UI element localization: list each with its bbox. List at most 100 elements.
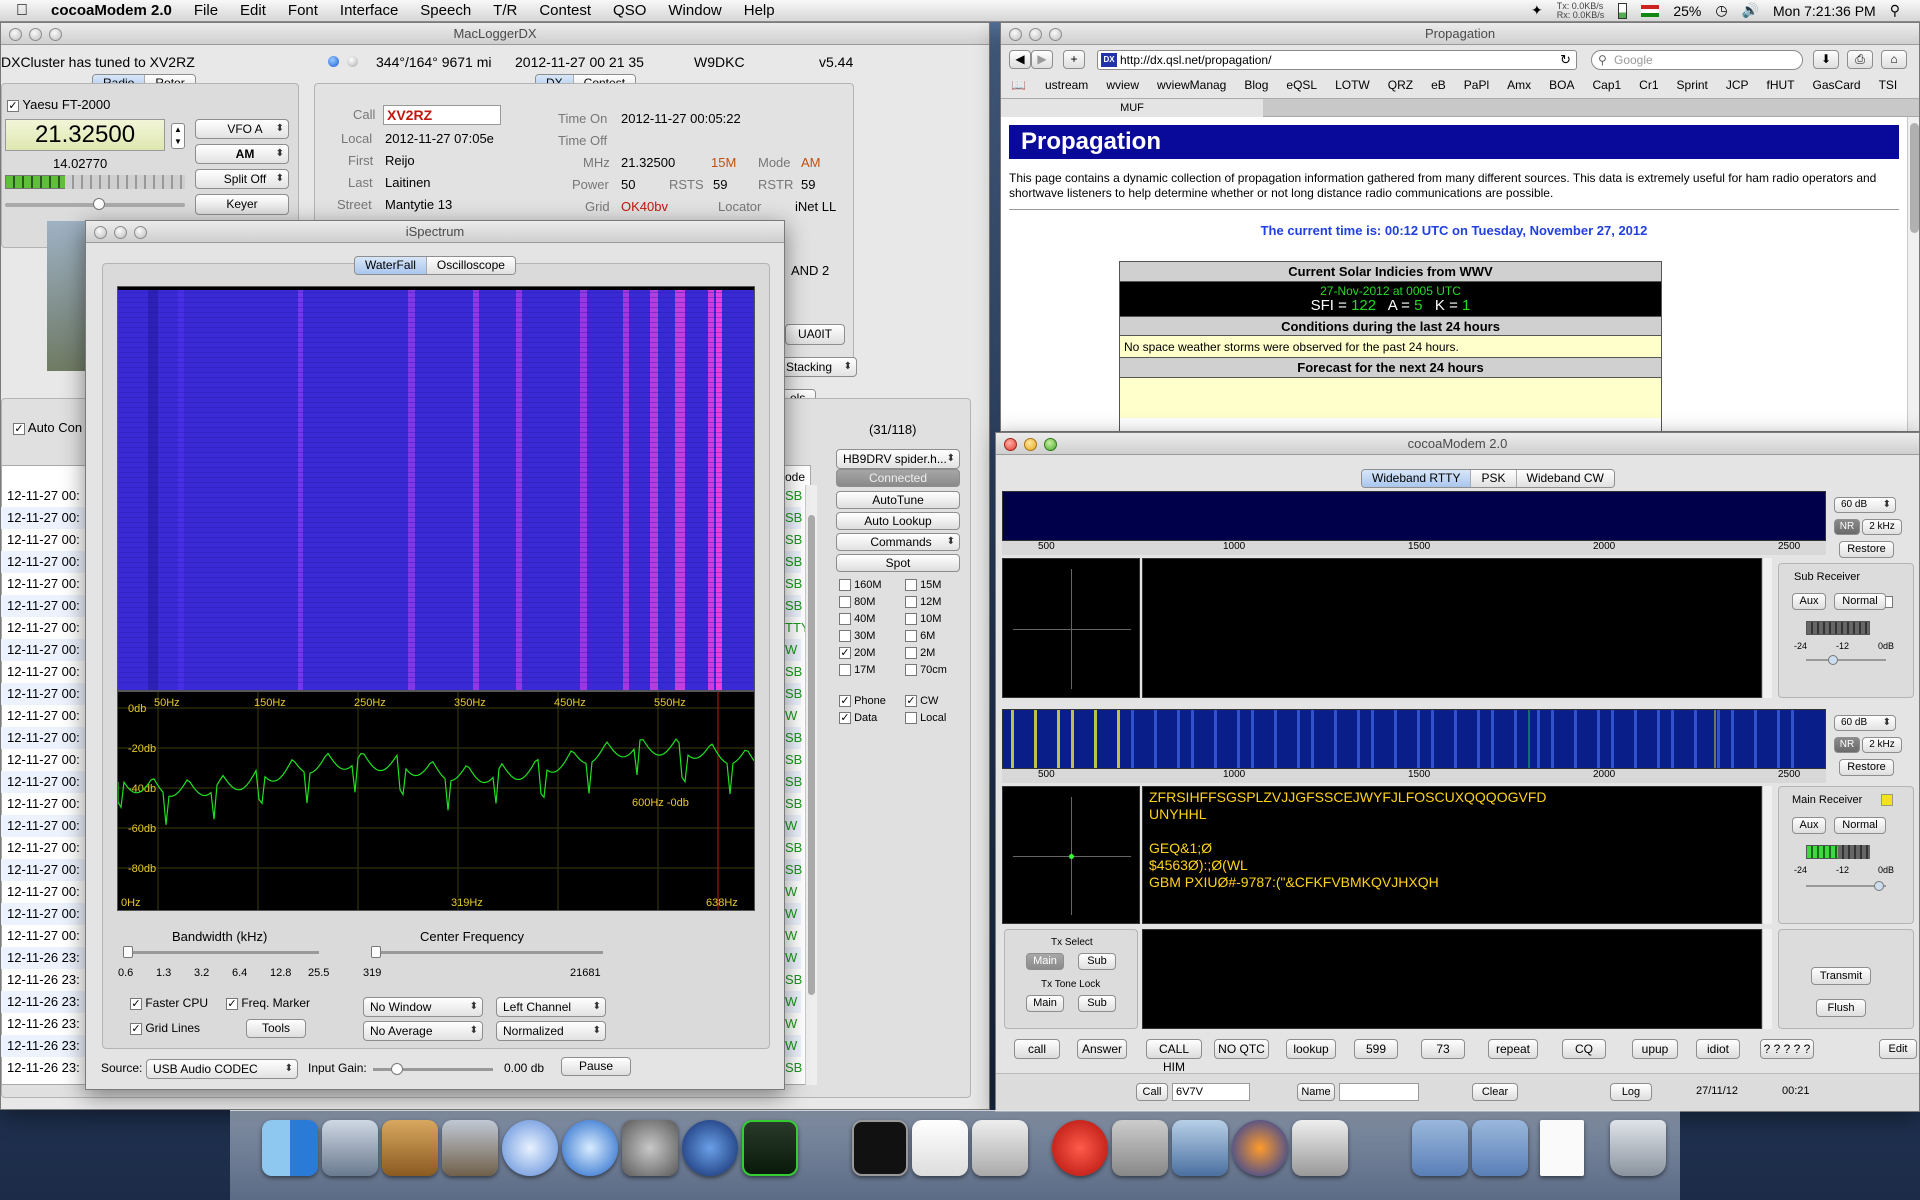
log-button[interactable]: Log — [1610, 1083, 1652, 1101]
main-aux-button[interactable]: Aux — [1792, 817, 1826, 834]
band-checkbox[interactable] — [839, 664, 851, 677]
center-slider[interactable] — [371, 946, 603, 958]
vfo-select[interactable]: VFO A — [195, 119, 289, 139]
band-checkbox[interactable] — [839, 630, 851, 643]
menu-tr[interactable]: T/R — [482, 0, 528, 22]
tab-psk[interactable]: PSK — [1471, 470, 1517, 487]
sub-gain-slider[interactable] — [1806, 655, 1886, 665]
tab-wideband-rtty[interactable]: Wideband RTTY — [1362, 470, 1472, 487]
antenna-icon[interactable]: ✦ — [1531, 2, 1543, 19]
macro-button-9[interactable]: upup — [1632, 1039, 1678, 1059]
band-filter-30m[interactable]: 30M — [839, 630, 875, 643]
menu-interface[interactable]: Interface — [329, 0, 409, 22]
clock[interactable]: Mon 7:21:36 PM — [1773, 3, 1876, 19]
bookmark-gascard[interactable]: GasCard — [1804, 75, 1870, 95]
auto-lookup-button[interactable]: Auto Lookup — [836, 512, 960, 530]
macro-button-6[interactable]: 73 — [1421, 1039, 1465, 1059]
bookmark-wx[interactable]: Wx — [1906, 75, 1914, 95]
applications-folder-icon[interactable] — [1412, 1120, 1468, 1176]
address-book-icon[interactable] — [382, 1120, 438, 1176]
band-filter-15m[interactable]: 15M — [905, 579, 941, 592]
bookmark-qrz[interactable]: QRZ — [1379, 75, 1422, 95]
finder-icon[interactable] — [262, 1120, 318, 1176]
macro-button-7[interactable]: repeat — [1488, 1039, 1538, 1059]
keyer-button[interactable]: Keyer — [195, 194, 289, 215]
sub-db-select[interactable]: 60 dB — [1834, 497, 1896, 513]
waterfall-display[interactable] — [117, 286, 755, 691]
maclogger-titlebar[interactable]: MacLoggerDX — [1, 23, 989, 45]
band-checkbox[interactable] — [905, 596, 917, 609]
documents-folder-icon[interactable] — [1472, 1120, 1528, 1176]
timeon-value[interactable]: 2012-11-27 00:05:22 — [621, 111, 741, 126]
main-nr-button[interactable]: NR — [1834, 737, 1860, 753]
normalize-select[interactable]: Normalized — [496, 1021, 606, 1041]
minimize-button[interactable] — [1024, 438, 1037, 451]
sub-scope[interactable] — [1002, 558, 1140, 698]
minimize-button[interactable] — [29, 28, 42, 41]
document-icon[interactable] — [1540, 1120, 1584, 1176]
terminal-icon[interactable] — [852, 1120, 908, 1176]
frequency-stepper[interactable]: ▲ ▼ — [171, 123, 185, 149]
strawberry-icon[interactable] — [1052, 1120, 1108, 1176]
mode-value[interactable]: AM — [801, 155, 821, 170]
log-scrollbar[interactable] — [805, 485, 817, 1085]
zoom-button[interactable] — [1049, 28, 1062, 41]
band-checkbox[interactable]: ✓ — [839, 647, 851, 660]
window-select[interactable]: No Window — [363, 997, 483, 1017]
rsts-value[interactable]: 59 — [713, 177, 727, 192]
call-field[interactable]: 6V7V — [1172, 1083, 1250, 1101]
macro-button-8[interactable]: CQ — [1562, 1039, 1606, 1059]
stacking-select[interactable]: Stacking — [779, 357, 857, 377]
macro-button-11[interactable]: ? ? ? ? ? — [1760, 1039, 1814, 1059]
local-value[interactable]: 2012-11-27 07:05e — [385, 131, 494, 146]
mode-select[interactable]: AM — [195, 144, 289, 164]
network-utility-icon[interactable] — [1172, 1120, 1228, 1176]
main-normal-button[interactable]: Normal — [1834, 817, 1886, 834]
gain-slider[interactable] — [373, 1063, 493, 1075]
address-bar[interactable]: DX http://dx.qsl.net/propagation/ ↻ — [1097, 50, 1577, 70]
rstr-value[interactable]: 59 — [801, 177, 815, 192]
menu-edit[interactable]: Edit — [229, 0, 277, 22]
bookmark-blog[interactable]: Blog — [1235, 75, 1277, 95]
sub-normal-button[interactable]: Normal — [1834, 593, 1886, 610]
main-db-select[interactable]: 60 dB — [1834, 715, 1896, 731]
flush-button[interactable]: Flush — [1816, 999, 1866, 1017]
bookmark-fhut[interactable]: fHUT — [1758, 75, 1804, 95]
sub-spectrum[interactable] — [1002, 491, 1826, 541]
filter-checkbox[interactable]: ✓ — [839, 695, 851, 708]
band-filter-10m[interactable]: 10M — [905, 613, 941, 626]
bookmark-wviewmanag[interactable]: wviewManag — [1148, 75, 1235, 95]
bookmark-eqsl[interactable]: eQSL — [1277, 75, 1326, 95]
bookmark-wview[interactable]: wview — [1097, 75, 1148, 95]
main-waterfall[interactable] — [1002, 709, 1826, 769]
bandwidth-slider[interactable] — [123, 946, 319, 958]
transmit-button[interactable]: Transmit — [1811, 967, 1871, 985]
bookmark-boa[interactable]: BOA — [1540, 75, 1583, 95]
main-scope[interactable] — [1002, 786, 1140, 924]
band-filter-40m[interactable]: 40M — [839, 613, 875, 626]
name-button[interactable]: Name — [1297, 1083, 1335, 1101]
sub-nr-button[interactable]: NR — [1834, 519, 1860, 535]
tone-main-button[interactable]: Main — [1026, 995, 1064, 1012]
tx-sub-button[interactable]: Sub — [1078, 953, 1116, 970]
band-checkbox[interactable] — [839, 613, 851, 626]
spot-button[interactable]: Spot — [836, 554, 960, 572]
transmit-text[interactable] — [1142, 929, 1762, 1029]
menu-font[interactable]: Font — [277, 0, 329, 22]
auto-connect[interactable]: ✓ Auto Con — [13, 420, 82, 435]
safari-icon[interactable] — [562, 1120, 618, 1176]
filter-checkbox[interactable]: ✓ — [905, 695, 917, 708]
bookmark-eb[interactable]: eB — [1422, 75, 1455, 95]
ispectrum-titlebar[interactable]: iSpectrum — [86, 221, 784, 243]
close-button[interactable] — [1004, 438, 1017, 451]
tx-main-button[interactable]: Main — [1026, 953, 1064, 970]
world-globe-icon[interactable] — [682, 1120, 738, 1176]
search-field[interactable]: ⚲ Google — [1591, 50, 1803, 70]
macro-button-1[interactable]: Answer — [1077, 1039, 1127, 1059]
faster-cpu-checkbox[interactable]: ✓ — [130, 997, 142, 1010]
source-select[interactable]: USB Audio CODEC — [146, 1059, 298, 1079]
sub-aux-button[interactable]: Aux — [1792, 593, 1826, 610]
menu-contest[interactable]: Contest — [528, 0, 602, 22]
band-checkbox[interactable] — [905, 613, 917, 626]
iphoto-icon[interactable] — [442, 1120, 498, 1176]
